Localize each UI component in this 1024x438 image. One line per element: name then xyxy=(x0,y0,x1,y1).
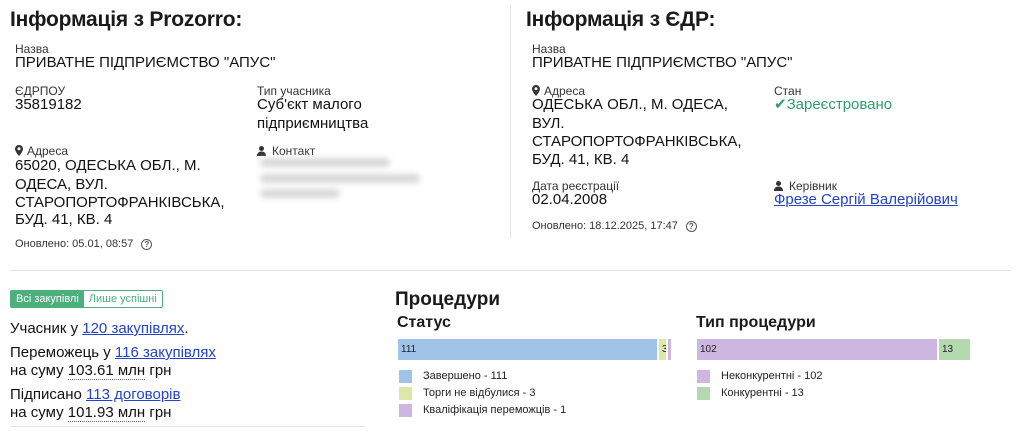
filter-all-button[interactable]: Всі закупівлі xyxy=(11,291,84,307)
section-divider xyxy=(10,270,1010,271)
type-legend-label: Конкурентні - 13 xyxy=(721,387,804,399)
participant-suffix: . xyxy=(184,320,189,337)
edr-address-line-1: ОДЕСЬКА ОБЛ., М. ОДЕСА, xyxy=(532,96,728,113)
winner-sum-value: 103.61 млн xyxy=(67,362,146,380)
person-icon xyxy=(257,146,266,156)
edr-updated-row: Оновлено: 18.12.2025, 17:47? xyxy=(532,219,697,233)
prozorro-updated: Оновлено: 05.01, 08:57 xyxy=(15,238,134,250)
signed-prefix: Підписано xyxy=(10,386,87,403)
prozorro-panel: Інформація з Prozorro: xyxy=(10,6,500,34)
edr-address-line-2: ВУЛ. xyxy=(532,115,565,132)
participant-type-value-2: підприємництва xyxy=(257,115,369,132)
winner-link[interactable]: 116 закупівлях xyxy=(115,344,216,361)
edr-address-line-4: БУД. 41, КВ. 4 xyxy=(532,151,630,168)
type-legend-item: Конкурентні - 13 xyxy=(697,386,804,400)
reg-date-value: 02.04.2008 xyxy=(532,191,608,208)
edr-state-value: Зареєстровано xyxy=(786,96,893,113)
help-icon[interactable]: ? xyxy=(141,239,153,250)
winner-prefix: Переможець у xyxy=(10,344,115,361)
status-legend-swatch xyxy=(399,403,412,417)
signed-link[interactable]: 113 договорів xyxy=(86,386,180,403)
winner-currency: грн xyxy=(145,362,172,379)
help-icon[interactable]: ? xyxy=(685,221,697,232)
person-icon xyxy=(774,181,783,191)
edr-updated: Оновлено: 18.12.2025, 17:47 xyxy=(532,220,678,232)
type-bar-segment[interactable]: 13 xyxy=(939,339,970,360)
contact-label-row: Контакт xyxy=(257,144,315,158)
status-legend-swatch xyxy=(399,386,412,400)
type-legend-item: Неконкурентні - 102 xyxy=(697,369,823,383)
prozorro-updated-row: Оновлено: 05.01, 08:57? xyxy=(15,237,153,251)
status-legend-swatch xyxy=(399,369,412,383)
signed-currency: грн xyxy=(145,404,172,421)
signed-sum: на суму 101.93 млн грн xyxy=(10,403,171,422)
participant-link[interactable]: 120 закупівлях xyxy=(82,320,184,337)
edr-name-value: ПРИВАТНЕ ПІДПРИЄМСТВО "АПУС" xyxy=(532,54,793,71)
edrpou-value: 35819182 xyxy=(15,96,82,113)
status-bar-segment[interactable]: 111 xyxy=(398,339,657,360)
prozorro-title: Інформація з Prozorro: xyxy=(10,8,243,31)
winner-sum: на суму 103.61 млн грн xyxy=(10,361,171,380)
check-icon: ✔ xyxy=(774,96,787,113)
edr-title: Інформація з ЄДР: xyxy=(526,8,716,31)
stats-divider xyxy=(10,426,365,427)
signed-sum-prefix: на суму xyxy=(10,404,68,421)
type-legend-label: Неконкурентні - 102 xyxy=(721,370,823,382)
status-legend-label: Кваліфікація переможців - 1 xyxy=(423,404,567,416)
head-link[interactable]: Фрезе Сергій Валерійович xyxy=(774,191,958,209)
edr-address-line-3: СТАРОПОРТОФРАНКІВСЬКА, xyxy=(532,133,742,150)
status-legend-item: Кваліфікація переможців - 1 xyxy=(399,403,566,417)
winner-stat: Переможець у 116 закупівлях xyxy=(10,343,216,362)
filter-successful-button[interactable]: Лише успішні xyxy=(83,291,162,307)
type-legend-swatch xyxy=(697,369,710,383)
contact-redacted-1 xyxy=(260,158,390,167)
status-legend-label: Завершено - 111 xyxy=(423,370,508,382)
status-bar-segment[interactable] xyxy=(668,339,671,360)
procedures-title: Процедури xyxy=(395,289,501,310)
type-bar-segment[interactable]: 102 xyxy=(697,339,937,360)
status-title: Статус xyxy=(397,314,451,331)
signed-stat: Підписано 113 договорів xyxy=(10,385,180,404)
type-legend-swatch xyxy=(697,386,710,400)
type-title: Тип процедури xyxy=(696,314,816,331)
prozorro-address-line-4: БУД. 41, КВ. 4 xyxy=(15,211,113,228)
winner-sum-prefix: на суму xyxy=(10,362,68,379)
prozorro-address-line-3: СТАРОПОРТОФРАНКІВСЬКА, xyxy=(15,194,225,211)
prozorro-address-line-2: ОДЕСА, ВУЛ. xyxy=(15,176,108,193)
contact-label: Контакт xyxy=(272,144,316,158)
status-bar-segment[interactable]: 3 xyxy=(659,339,666,360)
edr-state-row: ✔Зареєстровано xyxy=(774,96,892,114)
signed-sum-value: 101.93 млн xyxy=(67,404,146,422)
prozorro-address-label-row: Адреса xyxy=(15,144,68,158)
status-legend-label: Торги не відбулися - 3 xyxy=(423,387,536,399)
prozorro-name-value: ПРИВАТНЕ ПІДПРИЄМСТВО "АПУС" xyxy=(15,54,276,71)
prozorro-address-line-1: 65020, ОДЕСЬКА ОБЛ., М. xyxy=(15,157,201,174)
participant-type-value-1: Суб'єкт малого xyxy=(257,96,362,113)
participant-prefix: Учасник у xyxy=(10,320,83,337)
status-legend-item: Торги не відбулися - 3 xyxy=(399,386,536,400)
contact-redacted-2 xyxy=(260,174,420,183)
location-pin-icon xyxy=(15,145,23,156)
edr-panel: Інформація з ЄДР: xyxy=(526,6,1016,34)
purchases-filter-toggle: Всі закупівлі Лише успішні xyxy=(10,290,163,308)
participant-stat: Учасник у 120 закупівлях. xyxy=(10,319,189,338)
prozorro-address-label: Адреса xyxy=(27,144,69,158)
column-divider xyxy=(510,6,511,238)
contact-redacted-3 xyxy=(260,189,340,198)
status-legend-item: Завершено - 111 xyxy=(399,369,507,383)
location-pin-icon xyxy=(532,85,540,96)
